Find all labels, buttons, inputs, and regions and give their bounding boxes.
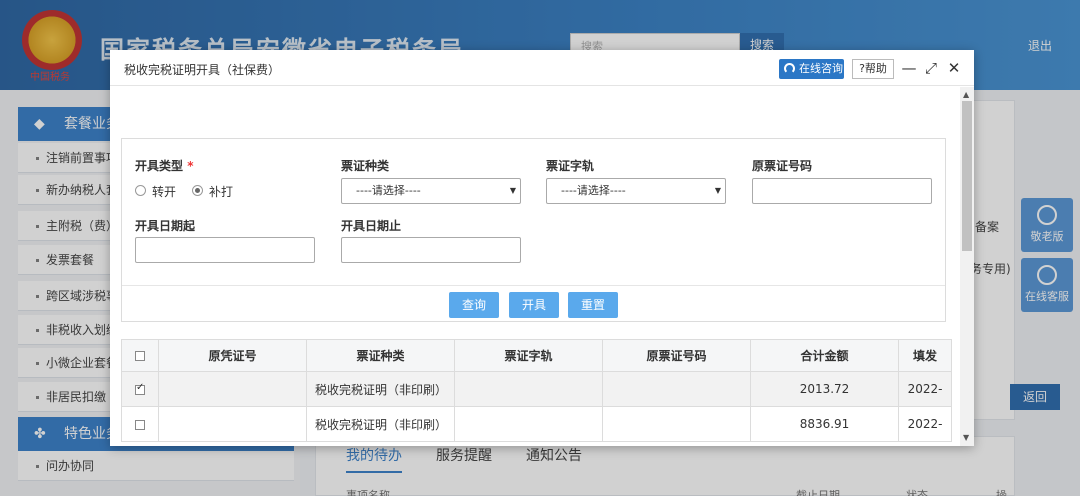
row-checkbox[interactable] (135, 419, 145, 430)
select-all-checkbox[interactable] (135, 351, 145, 361)
ticket-track-label: 票证字轨 (546, 159, 595, 173)
column-header: 填发 (898, 339, 952, 372)
orig-number-input[interactable] (752, 178, 932, 204)
close-icon[interactable]: ✕ (945, 58, 963, 78)
ticket-type-cell: 税收完税证明（非印刷） (306, 371, 455, 407)
help-label: 帮助 (864, 62, 887, 75)
issue-button[interactable]: 开具 (509, 292, 559, 318)
column-header: 合计金额 (750, 339, 899, 372)
date-start-input[interactable] (135, 237, 315, 263)
ticket-type-cell: 税收完税证明（非印刷） (306, 406, 455, 442)
table-row[interactable]: 税收完税证明（非印刷） 2013.72 2022- (121, 371, 952, 407)
voucher-cell (158, 371, 307, 407)
ticket-type-label: 票证种类 (341, 159, 390, 173)
row-select-cell[interactable] (121, 371, 159, 407)
reset-button[interactable]: 重置 (568, 292, 618, 318)
column-header: 原凭证号 (158, 339, 307, 372)
help-button[interactable]: ?帮助 (852, 59, 894, 79)
dialog-scrollbar[interactable]: ▲ ▼ (960, 87, 974, 446)
maximize-icon[interactable]: ⤢ (922, 58, 940, 78)
query-form: 开具类型 * 转开 补打 票证种类 ----请选择---- ▼ 票证字轨 ----… (121, 138, 946, 322)
type-label: 开具类型 * (135, 159, 194, 173)
date-cell: 2022- (898, 371, 952, 407)
dropdown-arrow-icon: ▼ (714, 186, 721, 195)
radio-reprint[interactable] (192, 185, 203, 196)
tax-certificate-dialog: 税收完税证明开具（社保费） 在线咨询 ?帮助 — ⤢ ✕ 开具类型 * 转开 补… (110, 50, 974, 446)
voucher-cell (158, 406, 307, 442)
amount-cell: 8836.91 (750, 406, 899, 442)
scroll-up-icon[interactable]: ▲ (963, 90, 969, 99)
results-table: 原凭证号 票证种类 票证字轨 原票证号码 合计金额 填发 税收完税证明（非印刷）… (121, 339, 952, 442)
dropdown-arrow-icon: ▼ (509, 186, 516, 195)
dialog-title: 税收完税证明开具（社保费） (124, 63, 281, 77)
track-cell (454, 406, 603, 442)
row-select-cell[interactable] (121, 406, 159, 442)
query-button[interactable]: 查询 (449, 292, 499, 318)
scroll-thumb[interactable] (962, 101, 972, 251)
date-end-label: 开具日期止 (341, 219, 402, 233)
ticket-track-select[interactable]: ----请选择---- ▼ (546, 178, 726, 204)
orig-cell (602, 371, 751, 407)
scroll-down-icon[interactable]: ▼ (963, 433, 969, 442)
radio-transfer[interactable] (135, 185, 146, 196)
date-start-label: 开具日期起 (135, 219, 196, 233)
consult-label: 在线咨询 (799, 62, 843, 75)
track-cell (454, 371, 603, 407)
select-all-cell[interactable] (121, 339, 159, 372)
dialog-titlebar: 税收完税证明开具（社保费） 在线咨询 ?帮助 — ⤢ ✕ (110, 50, 974, 86)
headset-icon (784, 63, 795, 74)
orig-cell (602, 406, 751, 442)
column-header: 票证种类 (306, 339, 455, 372)
minimize-icon[interactable]: — (900, 58, 918, 78)
radio-reprint-label: 补打 (209, 185, 234, 199)
column-header: 原票证号码 (602, 339, 751, 372)
date-end-input[interactable] (341, 237, 521, 263)
date-cell: 2022- (898, 406, 952, 442)
row-checkbox[interactable] (135, 382, 145, 395)
column-header: 票证字轨 (454, 339, 603, 372)
dialog-body: 开具类型 * 转开 补打 票证种类 ----请选择---- ▼ 票证字轨 ----… (110, 87, 960, 446)
table-row[interactable]: 税收完税证明（非印刷） 8836.91 2022- (121, 406, 952, 442)
amount-cell: 2013.72 (750, 371, 899, 407)
radio-transfer-label: 转开 (152, 185, 177, 199)
online-consult-button[interactable]: 在线咨询 (779, 59, 844, 79)
ticket-type-select[interactable]: ----请选择---- ▼ (341, 178, 521, 204)
orig-number-label: 原票证号码 (752, 159, 813, 173)
table-header-row: 原凭证号 票证种类 票证字轨 原票证号码 合计金额 填发 (121, 339, 952, 372)
form-button-row: 查询 开具 重置 (122, 285, 945, 322)
